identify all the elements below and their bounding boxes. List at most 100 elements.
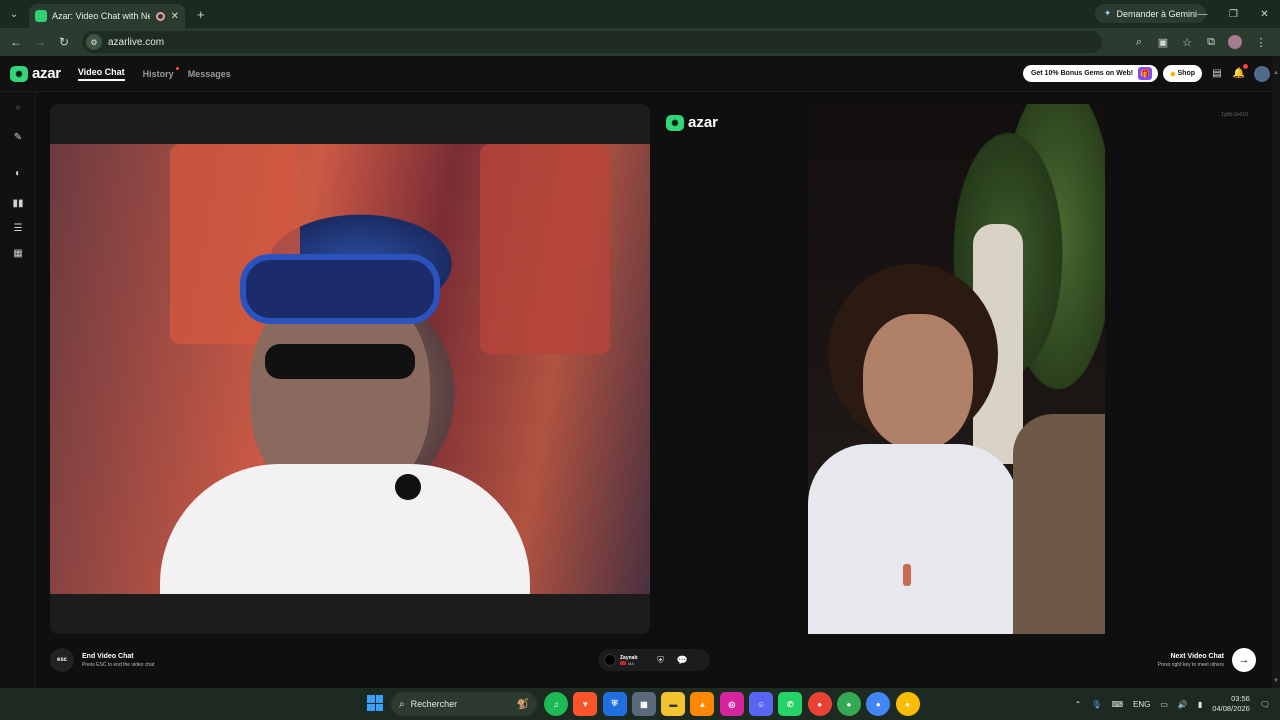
header-actions: Get 10% Bonus Gems on Web! 🎁 ◆ Shop ▤ 🔔: [1022, 63, 1270, 82]
azar-logo-icon: ◉: [10, 65, 28, 82]
browser-toolbar: ⌕ ▣ ☆ ⧉ ⋮: [1126, 28, 1272, 56]
window-controls: — ❐ ✕: [1187, 0, 1280, 28]
history-notification-dot: [175, 66, 179, 70]
layout-grid-icon[interactable]: ▦: [11, 246, 25, 260]
forward-icon[interactable]: →: [28, 30, 52, 54]
browser-tab[interactable]: Azar: Video Chat with New ✕: [29, 4, 185, 28]
azar-watermark: ◉ azar: [666, 114, 718, 131]
next-video-chat: Next Video Chat Press right key to meet …: [1158, 648, 1256, 672]
keyboard-icon[interactable]: ⌨: [1111, 700, 1123, 709]
profile-avatar[interactable]: [1228, 35, 1242, 49]
url-text: azarlive.com: [108, 36, 165, 48]
site-info-icon[interactable]: ⚙: [86, 34, 102, 50]
notifications-icon[interactable]: 🗨: [1260, 700, 1270, 709]
headset-mic: [395, 474, 421, 500]
chrome-icon[interactable]: ●: [807, 692, 832, 716]
nav-video-chat[interactable]: Video Chat: [77, 67, 125, 81]
filter-icon[interactable]: ◐: [11, 166, 25, 180]
peer-camera-tile: [808, 104, 1105, 634]
chrome-profile-icon[interactable]: ●: [866, 692, 891, 716]
notification-badge: [1243, 63, 1248, 69]
more-menu-icon[interactable]: ⋮: [1250, 31, 1272, 53]
page-scrollbar[interactable]: ▲ ▼: [1272, 56, 1280, 688]
system-tray: ⌃ 🎙 ⌨ ENG ▭ 🔊 ▮ 03:56 04/08/2026 🗨: [1065, 688, 1270, 720]
volume-icon[interactable]: 🔊: [1178, 700, 1188, 709]
browser-tab-bar: ⌄ Azar: Video Chat with New ✕ + ✦ Demand…: [0, 0, 1280, 28]
chat-bubble-icon[interactable]: 💬: [676, 653, 690, 667]
defender-icon[interactable]: ⛨: [602, 692, 627, 716]
azar-logo-text: azar: [32, 65, 61, 82]
address-bar-row: ← → ↻ ⚙ azarlive.com ⌕ ▣ ☆ ⧉ ⋮: [0, 28, 1280, 56]
restore-icon[interactable]: ❐: [1218, 0, 1249, 28]
windows-taskbar: ⌕ Rechercher 🐒 ♫ ▼ ⛨ ▦ ▬ ▲ ◎ ☺ ✆ ● ● ● ●…: [0, 688, 1280, 720]
taskbar-apps: ♫ ▼ ⛨ ▦ ▬ ▲ ◎ ☺ ✆ ● ● ● ●: [544, 692, 925, 716]
layout-side-by-side-icon[interactable]: ▮▮: [11, 196, 25, 210]
minimize-icon[interactable]: —: [1187, 0, 1218, 28]
peer-avatar[interactable]: [604, 654, 616, 666]
zoom-icon[interactable]: ⌕: [1128, 31, 1150, 53]
notification-bell-icon[interactable]: 🔔: [1232, 63, 1248, 81]
nav-history-label: History: [142, 68, 174, 79]
reload-icon[interactable]: ↻: [52, 30, 76, 54]
azar-favicon-icon: [35, 10, 47, 22]
report-shield-icon[interactable]: ⛨: [654, 653, 668, 667]
back-icon[interactable]: ←: [4, 30, 28, 54]
scroll-down-icon[interactable]: ▼: [1272, 678, 1280, 688]
store-icon[interactable]: ▦: [631, 692, 656, 716]
end-chat-esc-button[interactable]: esc: [50, 648, 74, 672]
azar-watermark-text: azar: [688, 114, 719, 131]
azar-header: ◉ azar Video Chat History Messages Get 1…: [0, 56, 1280, 92]
discord-icon[interactable]: ☺: [749, 692, 774, 716]
instagram-icon[interactable]: ◎: [719, 692, 744, 716]
self-camera-tile: [50, 104, 650, 634]
extensions-icon[interactable]: ⧉: [1200, 31, 1222, 53]
brave-icon[interactable]: ▼: [573, 692, 598, 716]
ski-goggles: [240, 254, 440, 324]
azar-logo[interactable]: ◉ azar: [10, 65, 61, 82]
self-video-feed: [50, 144, 650, 594]
url-field[interactable]: ⚙ azarlive.com: [82, 31, 1102, 53]
new-tab-icon[interactable]: +: [197, 7, 205, 22]
battery-icon[interactable]: ▮: [1198, 700, 1202, 709]
nav-messages[interactable]: Messages: [188, 69, 231, 79]
taskbar-search[interactable]: ⌕ Rechercher 🐒: [391, 692, 537, 716]
sunglasses: [265, 344, 415, 379]
inbox-icon[interactable]: ▤: [1210, 67, 1224, 81]
bookmark-star-icon[interactable]: ☆: [1176, 31, 1198, 53]
close-window-icon[interactable]: ✕: [1249, 0, 1280, 28]
user-avatar[interactable]: [1254, 65, 1270, 82]
magic-wand-icon[interactable]: ✎: [11, 130, 25, 144]
left-tool-rail: » ✎ ◐ ▮▮ ☰ ▦: [0, 92, 36, 688]
peer-id-label: 1g9b-2e010: [1221, 112, 1248, 118]
clock-date: 04/08/2026: [1212, 704, 1250, 713]
spotify-icon[interactable]: ♫: [544, 692, 568, 716]
close-tab-icon[interactable]: ✕: [171, 11, 179, 22]
tray-overflow-icon[interactable]: ⌃: [1075, 700, 1082, 709]
chrome-profile-icon[interactable]: ●: [836, 692, 861, 716]
microphone-icon[interactable]: 🎙: [1091, 700, 1101, 709]
search-highlight-icon: 🐒: [516, 698, 529, 710]
expand-rail-icon[interactable]: »: [11, 100, 25, 114]
file-explorer-icon[interactable]: ▬: [661, 692, 686, 716]
gemini-label: Demander à Gemini: [1116, 8, 1197, 19]
cast-icon[interactable]: ▣: [1152, 31, 1174, 53]
whatsapp-icon[interactable]: ✆: [778, 692, 803, 716]
bonus-gems-button[interactable]: Get 10% Bonus Gems on Web! 🎁: [1022, 65, 1159, 82]
peer-tshirt: [808, 444, 1018, 634]
clock[interactable]: 03:56 04/08/2026: [1212, 694, 1250, 714]
scroll-up-icon[interactable]: ▲: [1272, 70, 1280, 80]
end-chat-title: End Video Chat: [82, 652, 134, 660]
layout-stacked-icon[interactable]: ☰: [11, 221, 25, 235]
shop-button[interactable]: ◆ Shop: [1163, 65, 1202, 82]
network-icon[interactable]: ▭: [1160, 700, 1168, 709]
tab-search-chevron-icon[interactable]: ⌄: [5, 5, 23, 23]
language-indicator[interactable]: ENG: [1133, 700, 1150, 709]
vlc-icon[interactable]: ▲: [690, 692, 715, 716]
next-chat-button[interactable]: →: [1232, 648, 1256, 672]
clock-time: 03:56: [1231, 694, 1250, 703]
windows-start-icon[interactable]: [367, 695, 383, 711]
nav-history[interactable]: History: [142, 66, 179, 79]
morocco-flag-icon: [620, 661, 626, 665]
peer-info-bar: Zaynab MA ⛨ 💬: [598, 649, 710, 671]
chrome-active-icon[interactable]: ●: [895, 692, 920, 716]
